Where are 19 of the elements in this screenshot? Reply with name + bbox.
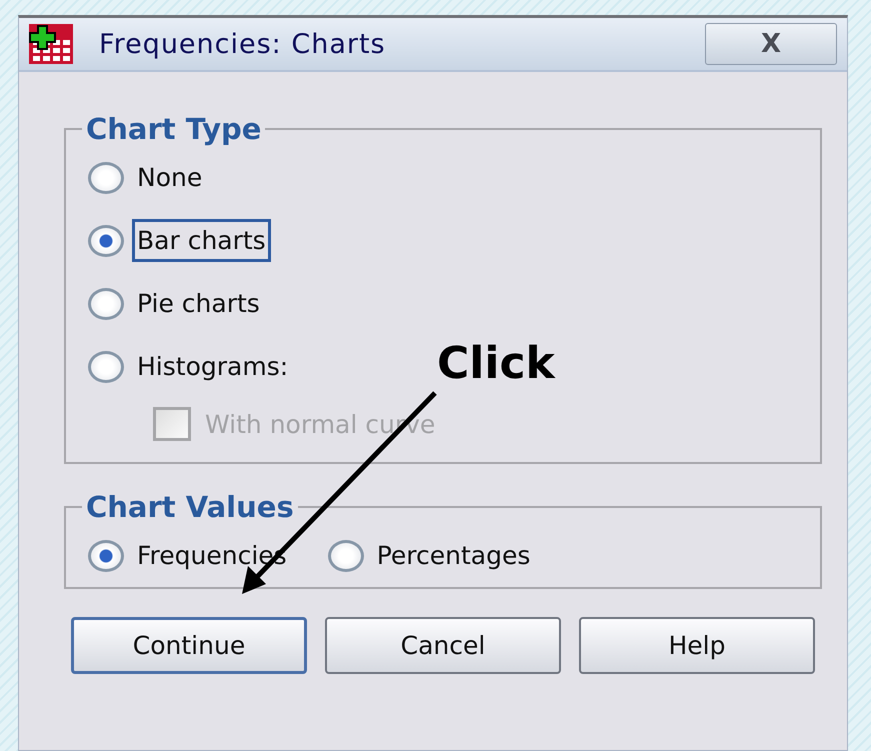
radio-button[interactable] (328, 540, 364, 572)
window-title: Frequencies: Charts (99, 28, 387, 60)
radio-button[interactable] (88, 540, 124, 572)
radio-option[interactable]: Pie charts (88, 272, 265, 335)
radio-option[interactable]: Percentages (328, 524, 536, 587)
app-icon (29, 24, 73, 64)
annotation-label: Click (437, 338, 555, 389)
radio-button[interactable] (88, 224, 124, 256)
dialog-button[interactable]: Continue (71, 617, 307, 674)
close-button[interactable]: X (705, 23, 837, 65)
radio-option[interactable]: None (88, 146, 208, 209)
radio-button[interactable] (88, 350, 124, 382)
radio-button[interactable] (88, 162, 124, 194)
group-title: Chart Type (85, 112, 262, 146)
dialog-button[interactable]: Cancel (325, 617, 561, 674)
radio-button[interactable] (88, 288, 124, 320)
radio-option[interactable]: Histograms: (88, 335, 294, 398)
dialog-button[interactable]: Help (579, 617, 815, 674)
group-title: Chart Values (85, 490, 295, 524)
